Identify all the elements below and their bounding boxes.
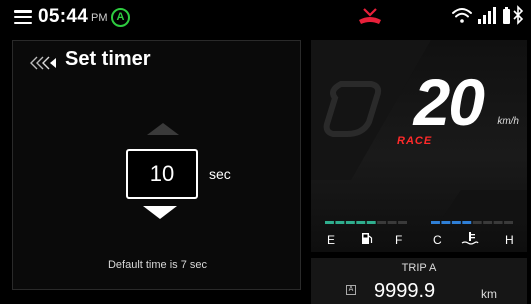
fuel-segment xyxy=(398,221,407,224)
default-time-hint: Default time is 7 sec xyxy=(107,259,208,271)
temp-segment xyxy=(462,221,472,224)
gauge-row: E F C H xyxy=(311,230,527,248)
fuel-segment xyxy=(377,221,387,224)
fuel-segment xyxy=(356,221,366,224)
gauge-bars xyxy=(325,221,513,224)
fuel-pump-icon xyxy=(362,233,373,244)
ride-mode-label: RACE xyxy=(397,135,433,147)
signal-icon xyxy=(478,7,496,24)
decrease-arrow-icon[interactable] xyxy=(143,206,177,219)
temp-cold-label: C xyxy=(433,233,442,247)
timer-unit-label: sec xyxy=(209,166,231,182)
fuel-level-bar xyxy=(325,221,407,224)
temp-segment xyxy=(493,221,503,224)
temp-hot-label: H xyxy=(505,233,514,247)
back-chevrons-icon xyxy=(30,56,56,70)
trip-distance-unit: km xyxy=(481,287,497,301)
temp-segment xyxy=(441,221,451,224)
trip-badge: A xyxy=(346,285,356,295)
timer-value-box[interactable]: 10 xyxy=(126,149,198,199)
fuel-segment xyxy=(387,221,397,224)
fuel-segment xyxy=(366,221,376,224)
fuel-segment xyxy=(345,221,355,224)
missed-call-icon xyxy=(359,8,381,24)
battery-icon xyxy=(503,7,510,24)
temp-segment xyxy=(451,221,461,224)
panel-title: Set timer xyxy=(65,48,151,70)
bluetooth-icon xyxy=(513,5,524,25)
back-button[interactable] xyxy=(29,49,63,77)
fuel-segment xyxy=(325,221,334,224)
set-timer-panel: Set timer 10 sec Default time is 7 sec xyxy=(12,40,301,290)
speed-value: 20 xyxy=(413,65,485,139)
temp-segment xyxy=(483,221,493,224)
trip-panel[interactable]: TRIP A A 9999.9 km xyxy=(311,258,527,304)
temp-segment xyxy=(431,221,440,224)
wifi-icon xyxy=(452,8,472,23)
status-bar: 05:44 PM A xyxy=(0,0,531,36)
speed-unit: km/h xyxy=(497,116,519,127)
increase-arrow-icon[interactable] xyxy=(147,123,179,135)
fuel-empty-label: E xyxy=(327,233,336,247)
fuel-full-label: F xyxy=(395,233,403,247)
trip-distance-value: 9999.9 xyxy=(374,280,436,302)
coolant-temperature-icon xyxy=(461,232,479,245)
temp-segment xyxy=(472,221,482,224)
temperature-level-bar xyxy=(431,221,513,224)
fuel-segment xyxy=(335,221,345,224)
speedometer-panel: 20 km/h RACE E F C H xyxy=(311,40,527,252)
trip-label: TRIP A xyxy=(401,262,437,274)
temp-segment xyxy=(504,221,513,224)
